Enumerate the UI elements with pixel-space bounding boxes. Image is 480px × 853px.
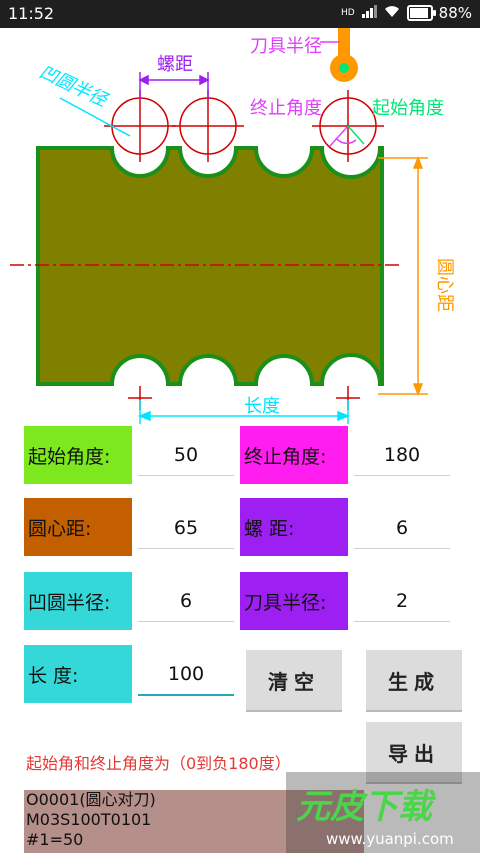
length-label: 长度: [244, 396, 280, 417]
center-distance-input[interactable]: [138, 508, 234, 549]
status-bar: 11:52 HD 88%: [0, 0, 480, 28]
signal-icon: [361, 4, 377, 22]
length-input[interactable]: [138, 654, 234, 696]
wifi-icon: [383, 4, 401, 22]
tool-radius-label-box: 刀具半径:: [240, 572, 348, 630]
network-type: HD: [340, 8, 355, 18]
watermark-brand: 元皮下载: [296, 787, 437, 827]
pitch-label: 螺距: [157, 54, 193, 75]
watermark-url: www.yuanpi.com: [326, 830, 454, 848]
generate-button[interactable]: 生成: [366, 650, 462, 712]
battery-icon: [406, 5, 436, 21]
tool-icon: [330, 28, 358, 82]
thread-diagram: 螺距 凹圆半径 刀具半径 终止角度 起始角度 圆心距 长度: [10, 28, 455, 424]
clear-button[interactable]: 清空: [246, 650, 342, 712]
angle-range-note: 起始角和终止角度为（0到负180度）: [26, 754, 291, 773]
workpiece-body: [36, 146, 384, 386]
start-angle-input[interactable]: [138, 435, 234, 476]
battery-level: 88%: [438, 4, 472, 22]
status-time: 11:52: [8, 4, 55, 23]
pitch-dimension: [138, 72, 210, 100]
tool-radius-input[interactable]: [354, 581, 450, 622]
status-icons: HD 88%: [341, 4, 472, 22]
tool-radius-label: 刀具半径: [250, 36, 322, 57]
pitch-input[interactable]: [354, 508, 450, 549]
end-angle-input[interactable]: [354, 435, 450, 476]
concave-radius-input[interactable]: [138, 581, 234, 622]
start-angle-label-box: 起始角度:: [24, 426, 132, 484]
end-angle-label: 终止角度: [250, 98, 322, 119]
center-distance-label-box: 圆心距:: [24, 498, 132, 556]
concave-radius-label: 凹圆半径: [36, 61, 112, 111]
end-angle-label-box: 终止角度:: [240, 426, 348, 484]
pitch-label-box: 螺 距:: [240, 498, 348, 556]
watermark: 元皮下载 www.yuanpi.com: [286, 772, 480, 853]
center-distance-dimension: [378, 155, 428, 397]
center-distance-label: 圆心距: [434, 258, 455, 312]
concave-radius-label-box: 凹圆半径:: [24, 572, 132, 630]
length-label-box: 长 度:: [24, 645, 132, 703]
angle-indicators: [329, 125, 365, 147]
start-angle-label: 起始角度: [372, 98, 444, 119]
